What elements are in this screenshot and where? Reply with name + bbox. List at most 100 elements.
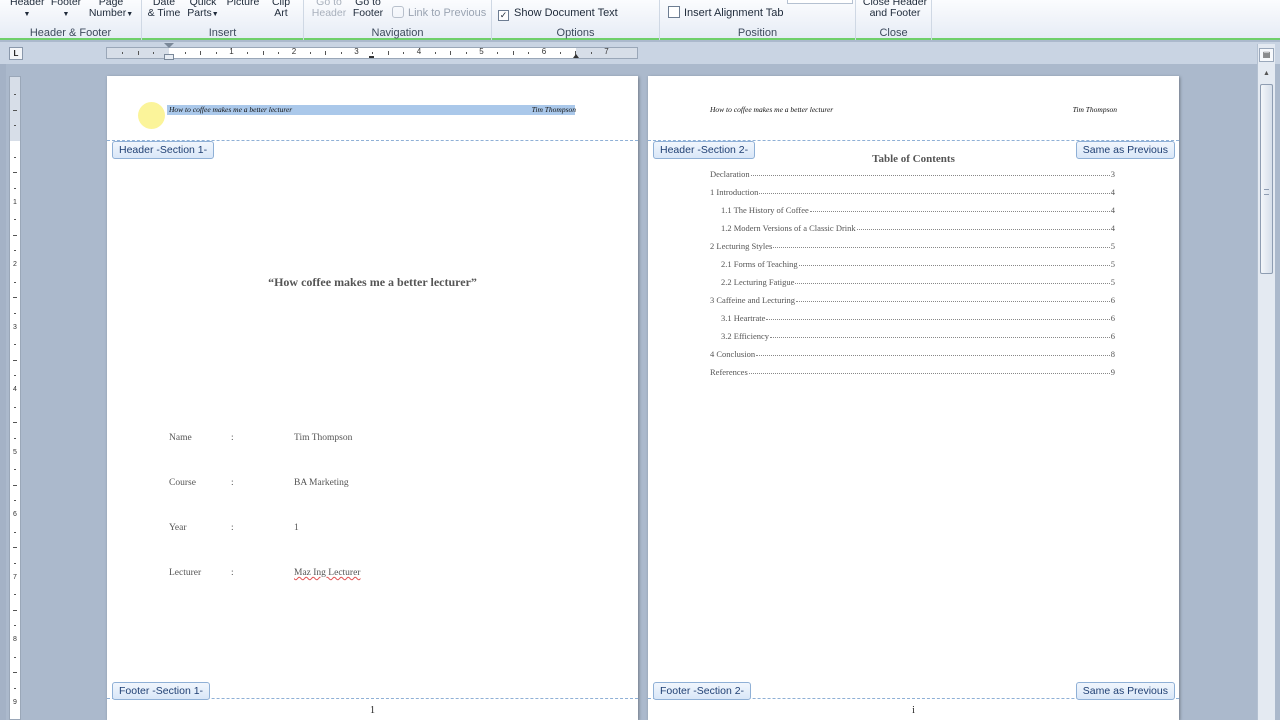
toc-entry[interactable]: 4 Conclusion 8 xyxy=(710,347,1115,359)
group-label: Options xyxy=(556,27,595,39)
ruler-tick xyxy=(340,52,342,54)
footer-section-tag: Footer -Section 2- xyxy=(653,682,752,700)
toc-entry[interactable]: 1 Introduction 4 xyxy=(710,185,1115,197)
toc-entry-page: 5 xyxy=(1110,259,1115,269)
toc-entry[interactable]: 2.1 Forms of Teaching 5 xyxy=(721,257,1115,269)
indent-marker-bottom[interactable] xyxy=(164,54,174,60)
toc-entry[interactable]: 3.1 Heartrate 6 xyxy=(721,311,1115,323)
toc-entry[interactable]: 3 Caffeine and Lecturing 6 xyxy=(710,293,1115,305)
same-as-previous-tag: Same as Previous xyxy=(1075,682,1175,700)
vertical-ruler[interactable]: 1 2 3 4 5 6 7 8 9 xyxy=(9,76,21,720)
ruler-number: 1 xyxy=(229,47,234,56)
header-right-text[interactable]: Tim Thompson xyxy=(1073,105,1117,114)
toc-entry-text: 3.1 Heartrate xyxy=(721,313,766,323)
horizontal-ruler-area: L 1 2 3 4 5 6 7 xyxy=(0,42,1280,64)
ruler-tick xyxy=(153,52,155,54)
toc-entry-text: References xyxy=(710,367,748,377)
toc-entry-page: 4 xyxy=(1110,223,1115,233)
ruler-tick xyxy=(14,625,16,627)
toc-entry-text: 1.2 Modern Versions of a Classic Drink xyxy=(721,223,856,233)
toc-entry-page: 8 xyxy=(1110,349,1115,359)
ruler-tick xyxy=(278,52,280,54)
toc-entry[interactable]: 1.2 Modern Versions of a Classic Drink 4 xyxy=(721,221,1115,233)
go-to-footer-button[interactable]: Go to Footer xyxy=(350,0,386,19)
page-1[interactable]: How to coffee makes me a better lecturer… xyxy=(107,76,638,720)
toc-title[interactable]: Table of Contents xyxy=(648,153,1179,165)
info-colon: : xyxy=(231,478,234,488)
ruler-number: 7 xyxy=(13,573,17,581)
link-to-previous-button[interactable]: Link to Previous xyxy=(392,6,486,20)
view-ruler-icon[interactable]: ▤ xyxy=(1259,48,1274,62)
right-tab-marker[interactable] xyxy=(573,54,579,58)
cursor-highlight xyxy=(138,102,165,129)
page-number[interactable]: i xyxy=(648,705,1179,716)
header-right-text[interactable]: Tim Thompson xyxy=(532,105,576,114)
header-left-text[interactable]: How to coffee makes me a better lecturer xyxy=(710,105,833,114)
center-tab-marker[interactable] xyxy=(369,56,374,59)
header-left-text[interactable]: How to coffee makes me a better lecturer xyxy=(169,105,292,114)
toc-entry[interactable]: 2.2 Lecturing Fatigue 5 xyxy=(721,275,1115,287)
toc-leader xyxy=(798,265,1110,266)
toc-leader xyxy=(773,247,1110,248)
vertical-scrollbar[interactable]: ▤ ▲ xyxy=(1257,44,1275,720)
left-window-strip xyxy=(0,64,6,720)
info-value: Tim Thompson xyxy=(294,433,353,443)
ruler-tick xyxy=(13,547,17,549)
footer-button[interactable]: Footer ▼ xyxy=(49,0,83,20)
alignment-tab-icon xyxy=(668,6,680,18)
group-label: Insert xyxy=(208,27,237,39)
insert-alignment-tab-button[interactable]: Insert Alignment Tab xyxy=(668,6,783,20)
page-number-button[interactable]: Page Number▼ xyxy=(86,0,136,20)
ruler-tick xyxy=(14,500,16,502)
toc-entry[interactable]: 2 Lecturing Styles 5 xyxy=(710,239,1115,251)
toc-entry-text: 2.2 Lecturing Fatigue xyxy=(721,277,795,287)
ruler-tick xyxy=(450,51,452,55)
info-value: Maz Ing Lecturer xyxy=(294,568,361,578)
ruler-tick xyxy=(590,52,592,54)
page-2[interactable]: How to coffee makes me a better lecturer… xyxy=(648,76,1179,720)
ruler-number: 6 xyxy=(541,47,547,56)
position-spinbox[interactable] xyxy=(787,0,853,4)
toc-entry[interactable]: 1.1 The History of Coffee 4 xyxy=(721,203,1115,215)
close-header-footer-button[interactable]: Close Header and Footer xyxy=(858,0,932,19)
toc-entry[interactable]: Declaration 3 xyxy=(710,167,1115,179)
ruler-number: 1 xyxy=(13,198,17,206)
toc-leader xyxy=(809,211,1110,212)
ruler-tick xyxy=(512,51,514,55)
clip-art-button[interactable]: Clip Art xyxy=(266,0,296,19)
group-options: ✓ Show Document Text Options xyxy=(492,0,660,40)
scroll-up-arrow-icon[interactable]: ▲ xyxy=(1260,70,1273,82)
page-number[interactable]: 1 xyxy=(107,705,638,716)
group-navigation: Go to Header Go to Footer Link to Previous… xyxy=(304,0,492,40)
ruler-tick xyxy=(14,469,16,471)
scroll-thumb[interactable] xyxy=(1260,84,1273,274)
ruler-tick xyxy=(325,51,327,55)
show-document-text-checkbox[interactable]: ✓ Show Document Text xyxy=(498,6,618,21)
ruler-tick xyxy=(200,51,202,55)
picture-button[interactable]: Picture xyxy=(224,0,262,8)
toc-entry[interactable]: 3.2 Efficiency 6 xyxy=(721,329,1115,341)
tab-selector[interactable]: L xyxy=(9,47,23,60)
ruler-tick xyxy=(247,52,249,54)
go-to-header-button[interactable]: Go to Header xyxy=(309,0,349,19)
document-title[interactable]: “How coffee makes me a better lecturer” xyxy=(107,275,638,290)
ruler-number: 8 xyxy=(13,636,17,643)
indent-marker[interactable] xyxy=(164,43,174,48)
info-colon: : xyxy=(231,523,234,533)
toc-entry-page: 4 xyxy=(1110,205,1115,215)
info-colon: : xyxy=(231,568,234,578)
group-header-footer: Header ▼ Footer ▼ Page Number▼ Header & Foo… xyxy=(0,0,142,40)
ruler-tick xyxy=(13,172,17,174)
group-close: Close Header and Footer Close xyxy=(856,0,932,40)
toc-entry[interactable]: References 9 xyxy=(710,365,1115,377)
ruler-tick xyxy=(14,125,16,127)
ruler-tick xyxy=(13,297,17,299)
ruler-number: 5 xyxy=(479,47,484,56)
header-button[interactable]: Header ▼ xyxy=(10,0,44,20)
toc-leader xyxy=(796,301,1110,302)
date-time-button[interactable]: Date & Time xyxy=(146,0,182,19)
toc-entry-page: 5 xyxy=(1110,277,1115,287)
group-label: Header & Footer xyxy=(29,27,112,39)
quick-parts-button[interactable]: Quick Parts▼ xyxy=(186,0,220,20)
horizontal-ruler[interactable]: 1 2 3 4 5 6 7 xyxy=(106,43,638,60)
